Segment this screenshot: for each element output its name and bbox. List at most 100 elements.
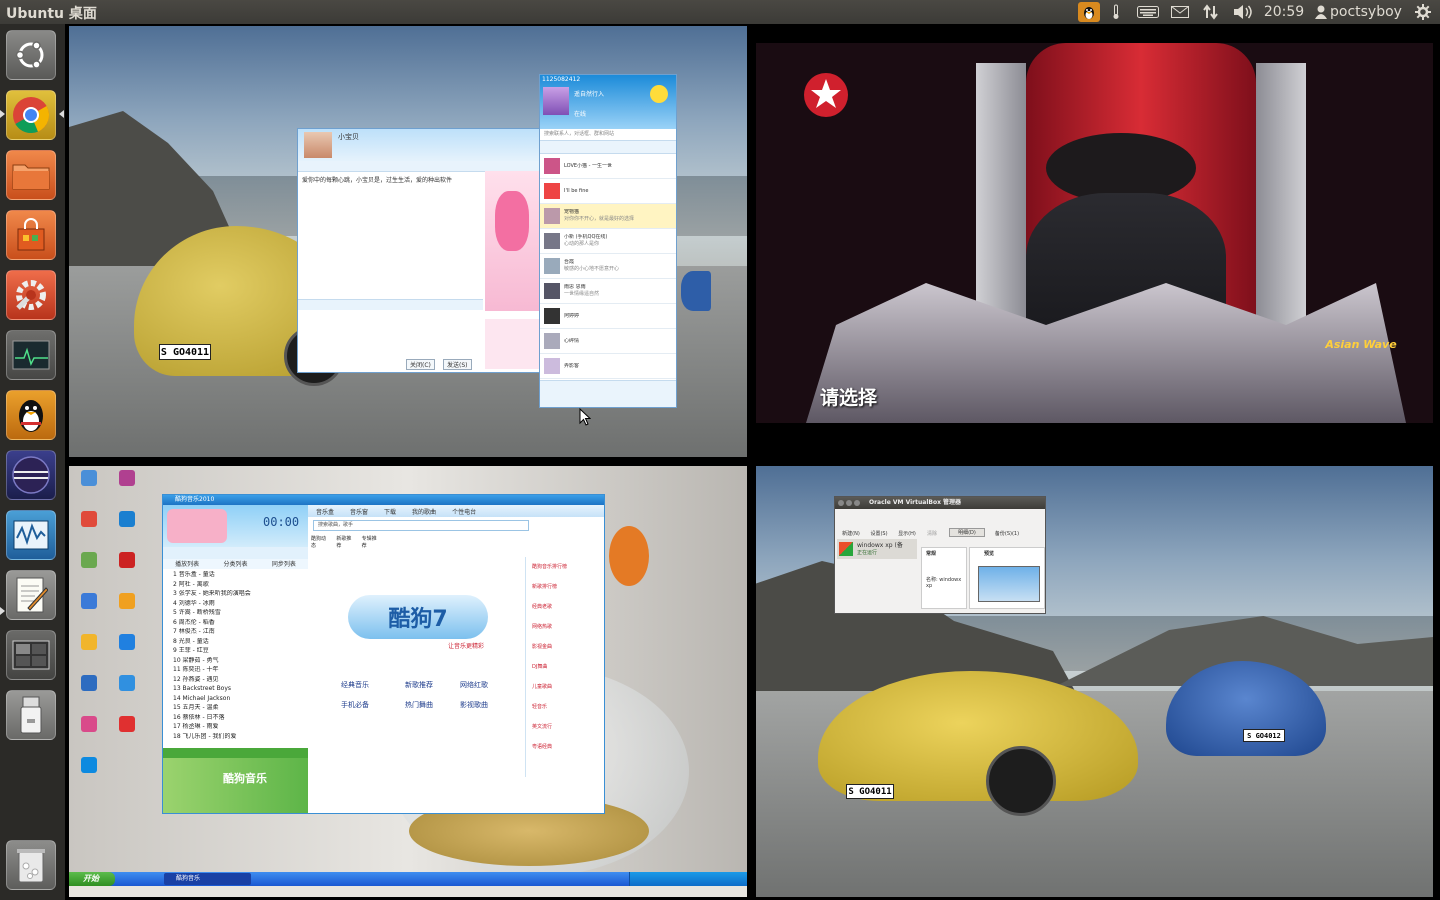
qq-contact-row[interactable]: I'll be fine bbox=[540, 179, 676, 204]
kugou-window[interactable]: 酷狗音乐2010 00:00 音乐盒 音乐窗 下载 我的歌曲 个性电台 搜索歌曲… bbox=[162, 494, 605, 814]
link-net-hits[interactable]: 网络红歌 bbox=[460, 680, 488, 690]
qq-search-input[interactable]: 搜索联系人，对话框、群和网站 bbox=[540, 129, 676, 141]
link-classic[interactable]: 经典音乐 bbox=[341, 680, 369, 690]
xp-start-button[interactable]: 开始 bbox=[69, 872, 115, 886]
link-film[interactable]: 影视歌曲 bbox=[460, 700, 488, 710]
launcher-workspace-switcher[interactable] bbox=[6, 630, 56, 680]
song-row[interactable]: 5 许嵩 - 断桥残雪 bbox=[163, 609, 308, 619]
qq-bottom-bar[interactable] bbox=[540, 380, 676, 407]
song-row[interactable]: 14 Michael Jackson bbox=[163, 695, 308, 705]
chart-item[interactable]: 新歌排行榜 bbox=[526, 577, 604, 597]
launcher-eclipse[interactable] bbox=[6, 450, 56, 500]
desktop-shortcut-icon[interactable] bbox=[81, 716, 97, 732]
chart-item[interactable]: DJ舞曲 bbox=[526, 657, 604, 677]
vbox-details-tab[interactable]: 明细(D) bbox=[949, 528, 985, 537]
launcher-trash[interactable] bbox=[6, 840, 56, 890]
link-dance[interactable]: 热门舞曲 bbox=[405, 700, 433, 710]
tab-music-window[interactable]: 音乐窗 bbox=[342, 505, 376, 517]
song-row[interactable]: 8 光良 - 童话 bbox=[163, 638, 308, 648]
kugou-song-list[interactable]: 1 音乐盒 - 童话 2 阿杜 - 离歌 3 张学友 - 她来听我的演唱会 4 刘德华… bbox=[163, 571, 308, 746]
vbox-close-button[interactable] bbox=[838, 500, 844, 506]
launcher-system-monitor[interactable] bbox=[6, 330, 56, 380]
chat-send-button[interactable]: 发送(S) bbox=[443, 359, 472, 370]
chart-item[interactable]: 轻音乐 bbox=[526, 697, 604, 717]
thermometer-icon[interactable] bbox=[1108, 2, 1124, 22]
keyboard-icon[interactable] bbox=[1135, 2, 1161, 22]
clock[interactable]: 20:59 bbox=[1262, 2, 1306, 22]
qq-indicator-icon[interactable] bbox=[1078, 2, 1100, 22]
tab-sync[interactable]: 同步列表 bbox=[260, 559, 308, 569]
desktop-shortcut-icon[interactable] bbox=[81, 552, 97, 568]
chart-item[interactable]: 英文流行 bbox=[526, 717, 604, 737]
vbox-snapshots-tab[interactable]: 备份(S)(1) bbox=[985, 530, 1029, 537]
vbox-maximize-button[interactable] bbox=[854, 500, 860, 506]
kugou-playlist-tabs[interactable]: 播放列表 分类列表 同步列表 bbox=[163, 559, 308, 569]
workspace-2-video[interactable]: 请选择 Asian Wave bbox=[756, 43, 1433, 423]
desktop-shortcut-icon[interactable] bbox=[119, 716, 135, 732]
launcher-text-editor[interactable] bbox=[6, 570, 56, 620]
vbox-new-button[interactable]: 新建(N) bbox=[837, 530, 865, 537]
launcher-qq[interactable] bbox=[6, 390, 56, 440]
kugou-search-input[interactable]: 搜索歌曲，歌手 bbox=[313, 520, 529, 531]
qq-contact-row[interactable]: 宠物猫 对你你不开心，就是最好的选择 bbox=[540, 204, 676, 229]
song-row[interactable]: 17 杨丞琳 - 雨爱 bbox=[163, 723, 308, 733]
vbox-vm-item[interactable]: windowx xp (备 正在运行 bbox=[837, 539, 917, 559]
qq-contact-row[interactable]: 小新 (手机QQ在线) 心动的那人是你 bbox=[540, 229, 676, 254]
song-row[interactable]: 15 五月天 - 温柔 bbox=[163, 704, 308, 714]
launcher-chrome[interactable] bbox=[6, 90, 56, 140]
qq-chat-window[interactable]: 小宝贝 爱你中的每颗心跳，小宝贝是，过生生活，爱的种出软件 关闭(C) 发送(S… bbox=[297, 128, 540, 373]
desktop-shortcut-icon[interactable] bbox=[81, 511, 97, 527]
qq-contact-row[interactable]: 弄影客 bbox=[540, 354, 676, 379]
kugou-list-toolbar[interactable] bbox=[163, 748, 308, 758]
desktop-shortcut-icon[interactable] bbox=[119, 675, 135, 691]
song-row[interactable]: 7 林俊杰 - 江南 bbox=[163, 628, 308, 638]
song-row[interactable]: 6 周杰伦 - 稻香 bbox=[163, 619, 308, 629]
chart-item[interactable]: 儿童歌曲 bbox=[526, 677, 604, 697]
chart-item[interactable]: 经典老歌 bbox=[526, 597, 604, 617]
session-gear-icon[interactable] bbox=[1413, 2, 1433, 22]
virtualbox-window[interactable]: Oracle VM VirtualBox 管理器 新建(N) 设置(S) 显示(… bbox=[834, 496, 1046, 614]
song-row[interactable]: 9 王菲 - 红豆 bbox=[163, 647, 308, 657]
qq-contact-row[interactable]: LOVE小猫 - 一生一世 bbox=[540, 154, 676, 179]
song-row[interactable]: 4 刘德华 - 冰雨 bbox=[163, 600, 308, 610]
desktop-shortcut-icon[interactable] bbox=[119, 552, 135, 568]
song-row[interactable]: 13 Backstreet Boys bbox=[163, 685, 308, 695]
workspace-4[interactable]: S GO4011 S GO4012 Oracle VM VirtualBox 管… bbox=[756, 466, 1433, 897]
launcher-usb-drive[interactable] bbox=[6, 690, 56, 740]
link-mobile[interactable]: 手机必备 bbox=[341, 700, 369, 710]
volume-icon[interactable] bbox=[1232, 2, 1254, 22]
vbox-settings-button[interactable]: 设置(S) bbox=[865, 530, 893, 537]
qq-avatar[interactable] bbox=[543, 87, 569, 115]
song-row[interactable]: 12 孙燕姿 - 遇见 bbox=[163, 676, 308, 686]
desktop-shortcut-icon[interactable] bbox=[119, 634, 135, 650]
user-name[interactable]: poctsyboy bbox=[1330, 2, 1406, 22]
qq-tab-bar[interactable] bbox=[540, 141, 676, 154]
xp-task-kugou[interactable]: 酷狗音乐 bbox=[164, 873, 251, 885]
chat-close-button[interactable]: 关闭(C) bbox=[406, 359, 435, 370]
qq-contact-row[interactable]: 阿婷婷 bbox=[540, 304, 676, 329]
desktop-shortcut-icon[interactable] bbox=[119, 470, 135, 486]
tab-music-box[interactable]: 音乐盒 bbox=[308, 505, 342, 517]
kugou-tabs[interactable]: 音乐盒 音乐窗 下载 我的歌曲 个性电台 bbox=[308, 505, 604, 517]
tab-radio[interactable]: 个性电台 bbox=[444, 505, 484, 517]
song-row[interactable]: 10 梁静茹 - 勇气 bbox=[163, 657, 308, 667]
chart-item[interactable]: 影视金曲 bbox=[526, 637, 604, 657]
tab-news[interactable]: 酷狗动态 bbox=[311, 535, 336, 549]
tab-albums[interactable]: 专辑推荐 bbox=[362, 535, 381, 549]
desktop-shortcut-icon[interactable] bbox=[81, 634, 97, 650]
qq-contact-row[interactable]: 心碎情 bbox=[540, 329, 676, 354]
chart-item[interactable]: 粤语经典 bbox=[526, 737, 604, 757]
tab-download[interactable]: 下载 bbox=[376, 505, 404, 517]
workspace-3-winxp[interactable]: 酷狗音乐2010 00:00 音乐盒 音乐窗 下载 我的歌曲 个性电台 搜索歌曲… bbox=[69, 466, 747, 897]
desktop-shortcut-icon[interactable] bbox=[81, 470, 97, 486]
song-row[interactable]: 18 飞儿乐团 - 我们的爱 bbox=[163, 733, 308, 743]
qq-status[interactable]: 在线 bbox=[574, 109, 586, 118]
xp-system-tray[interactable] bbox=[629, 872, 747, 886]
launcher-system-monitor-2[interactable] bbox=[6, 510, 56, 560]
vbox-minimize-button[interactable] bbox=[846, 500, 852, 506]
launcher-system-settings[interactable] bbox=[6, 270, 56, 320]
launcher-files[interactable] bbox=[6, 150, 56, 200]
desktop-shortcut-icon[interactable] bbox=[81, 757, 97, 773]
song-row[interactable]: 1 音乐盒 - 童话 bbox=[163, 571, 308, 581]
desktop-shortcut-icon[interactable] bbox=[81, 593, 97, 609]
